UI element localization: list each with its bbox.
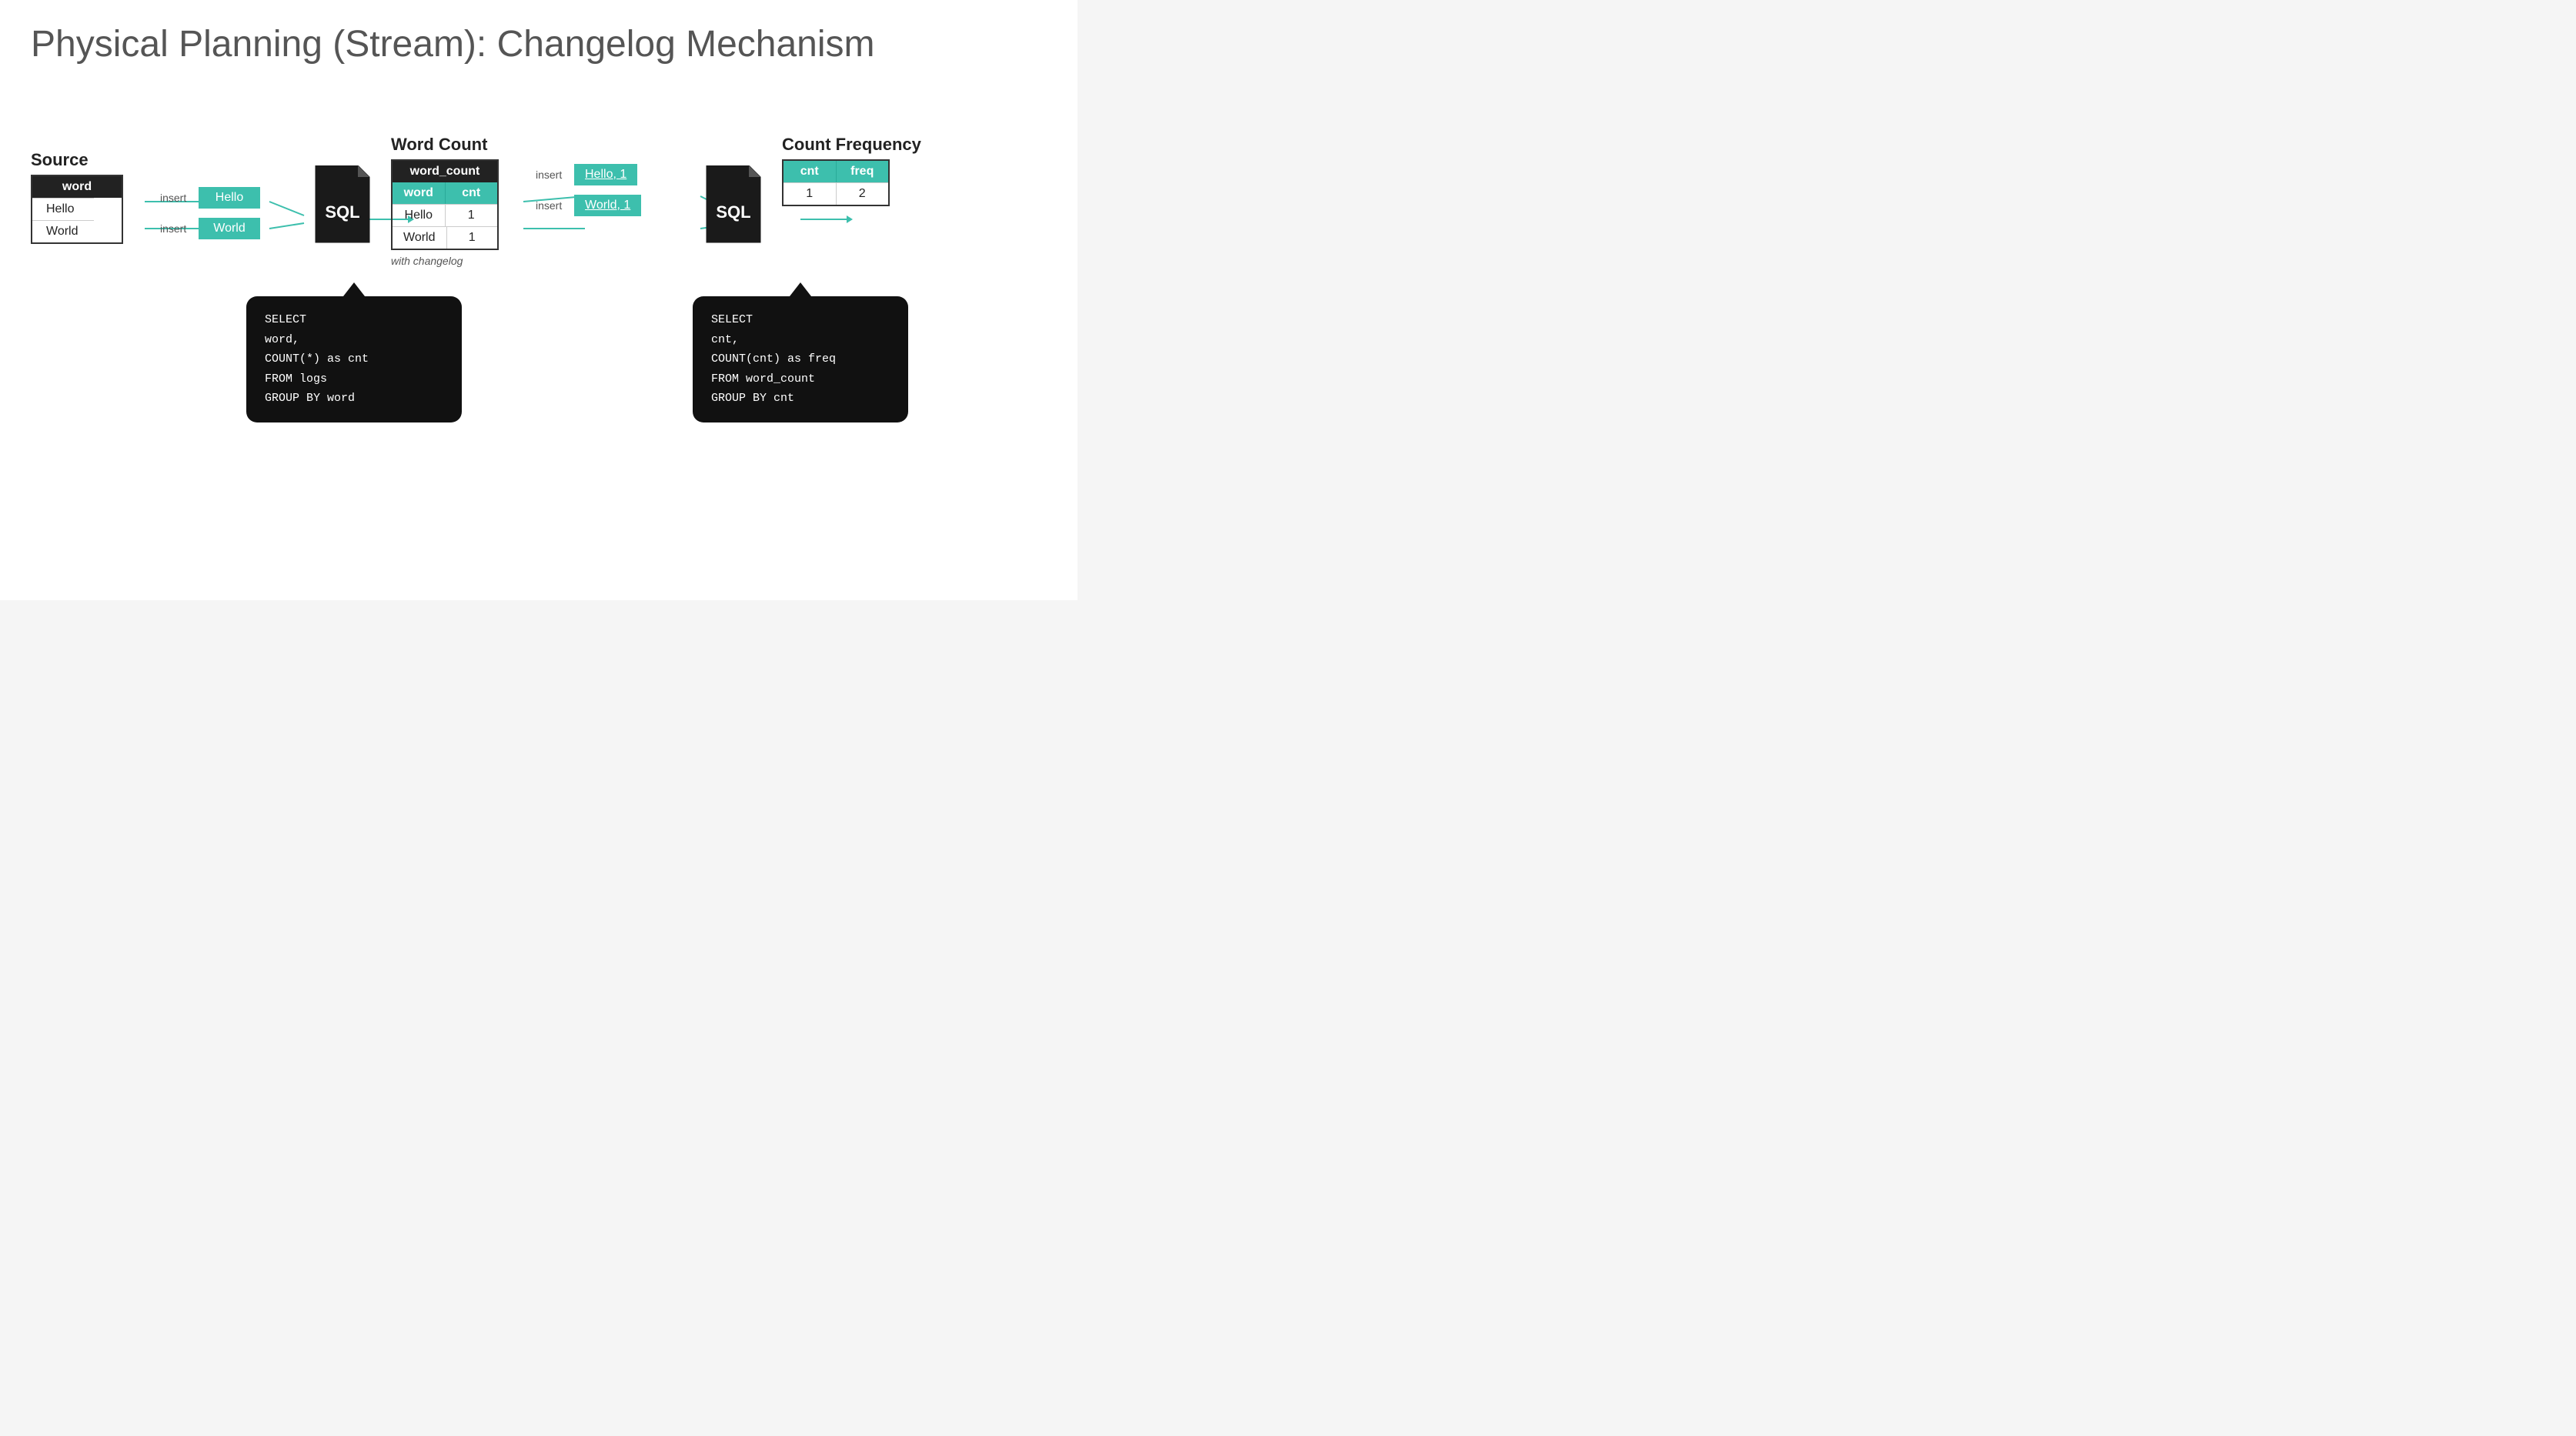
insert-label-right-1: insert xyxy=(536,169,568,181)
sql-right-line2: cnt, xyxy=(711,333,739,346)
sql-icon-left: SQL xyxy=(308,165,377,250)
count-freq-table: cnt freq 1 2 xyxy=(782,159,890,206)
freq-cell-cnt: 1 xyxy=(783,183,837,205)
wc-cell-world-cnt: 1 xyxy=(447,227,498,249)
sql-right-line1: SELECT xyxy=(711,313,753,326)
freq-cell-freq: 2 xyxy=(837,183,889,205)
word-count-section: Word Count word_count word cnt Hello 1 W… xyxy=(391,135,514,267)
col-header-word: word xyxy=(393,182,446,204)
insert-row-world-1: insert World, 1 xyxy=(536,195,690,216)
wc-cell-hello-cnt: 1 xyxy=(446,205,498,226)
insert-label-hello: insert xyxy=(160,192,192,204)
wc-row-1: Hello 1 xyxy=(393,204,497,226)
insert-group-right: insert Hello, 1 insert World, 1 xyxy=(536,164,690,216)
changelog-label: with changelog xyxy=(391,255,463,267)
insert-row-hello-1: insert Hello, 1 xyxy=(536,164,690,185)
word-count-title: Word Count xyxy=(391,135,487,155)
main-diagram: Source word Hello World insert Hello xyxy=(31,104,1047,483)
insert-row-hello: insert Hello xyxy=(160,187,299,209)
freq-col-cnt: cnt xyxy=(783,161,837,182)
sql-bubble-left: SELECT word, COUNT(*) as cnt FROM logs G… xyxy=(246,296,462,422)
wc-row-2: World 1 xyxy=(393,226,497,249)
source-cell-hello: Hello xyxy=(32,198,94,220)
sql-icon-right: SQL xyxy=(699,165,768,250)
count-freq-title: Count Frequency xyxy=(782,135,921,155)
sql-icon-right-wrap: SQL xyxy=(699,165,768,254)
col-header-cnt: cnt xyxy=(446,182,498,204)
sql-right-line5: GROUP BY cnt xyxy=(711,392,794,405)
sql-icon-left-wrap: SQL xyxy=(308,165,377,254)
source-row-2: World xyxy=(32,220,122,242)
source-table-header: word xyxy=(32,176,122,198)
sql-left-line1: SELECT xyxy=(265,313,306,326)
sql-left-line3: COUNT(*) as cnt xyxy=(265,352,369,366)
sql-right-line4: FROM word_count xyxy=(711,372,815,386)
freq-col-freq: freq xyxy=(837,161,889,182)
diagram-row: Source word Hello World insert Hello xyxy=(31,104,1047,483)
insert-group-left: insert Hello insert World xyxy=(160,187,299,239)
sql-left-line2: word, xyxy=(265,333,299,346)
insert-row-world: insert World xyxy=(160,218,299,239)
word-count-table-header: word_count xyxy=(393,161,497,182)
page-title: Physical Planning (Stream): Changelog Me… xyxy=(31,23,1047,65)
source-table: word Hello World xyxy=(31,175,123,244)
count-freq-section: Count Frequency cnt freq 1 2 xyxy=(782,135,921,206)
source-section: Source word Hello World xyxy=(31,150,154,244)
source-row-1: Hello xyxy=(32,198,122,220)
wc-cell-world: World xyxy=(393,227,447,249)
sql-right-line3: COUNT(cnt) as freq xyxy=(711,352,836,366)
freq-row-1: 1 2 xyxy=(783,182,888,205)
source-cell-world: World xyxy=(32,220,94,242)
insert-label-right-2: insert xyxy=(536,199,568,212)
word-count-table: word_count word cnt Hello 1 World 1 xyxy=(391,159,499,250)
svg-text:SQL: SQL xyxy=(325,202,359,222)
sql-left-line4: FROM logs xyxy=(265,372,327,386)
world-badge-left: World xyxy=(199,218,260,239)
svg-text:SQL: SQL xyxy=(716,202,750,222)
page: Physical Planning (Stream): Changelog Me… xyxy=(0,0,1078,600)
sql-bubble-right: SELECT cnt, COUNT(cnt) as freq FROM word… xyxy=(693,296,908,422)
source-title: Source xyxy=(31,150,89,170)
world-1-badge: World, 1 xyxy=(574,195,641,216)
count-freq-subheader: cnt freq xyxy=(783,161,888,182)
hello-badge-left: Hello xyxy=(199,187,260,209)
sql-left-line5: GROUP BY word xyxy=(265,392,355,405)
wc-cell-hello: Hello xyxy=(393,205,446,226)
insert-label-world: insert xyxy=(160,222,192,235)
hello-1-badge: Hello, 1 xyxy=(574,164,637,185)
word-count-subheader: word cnt xyxy=(393,182,497,204)
